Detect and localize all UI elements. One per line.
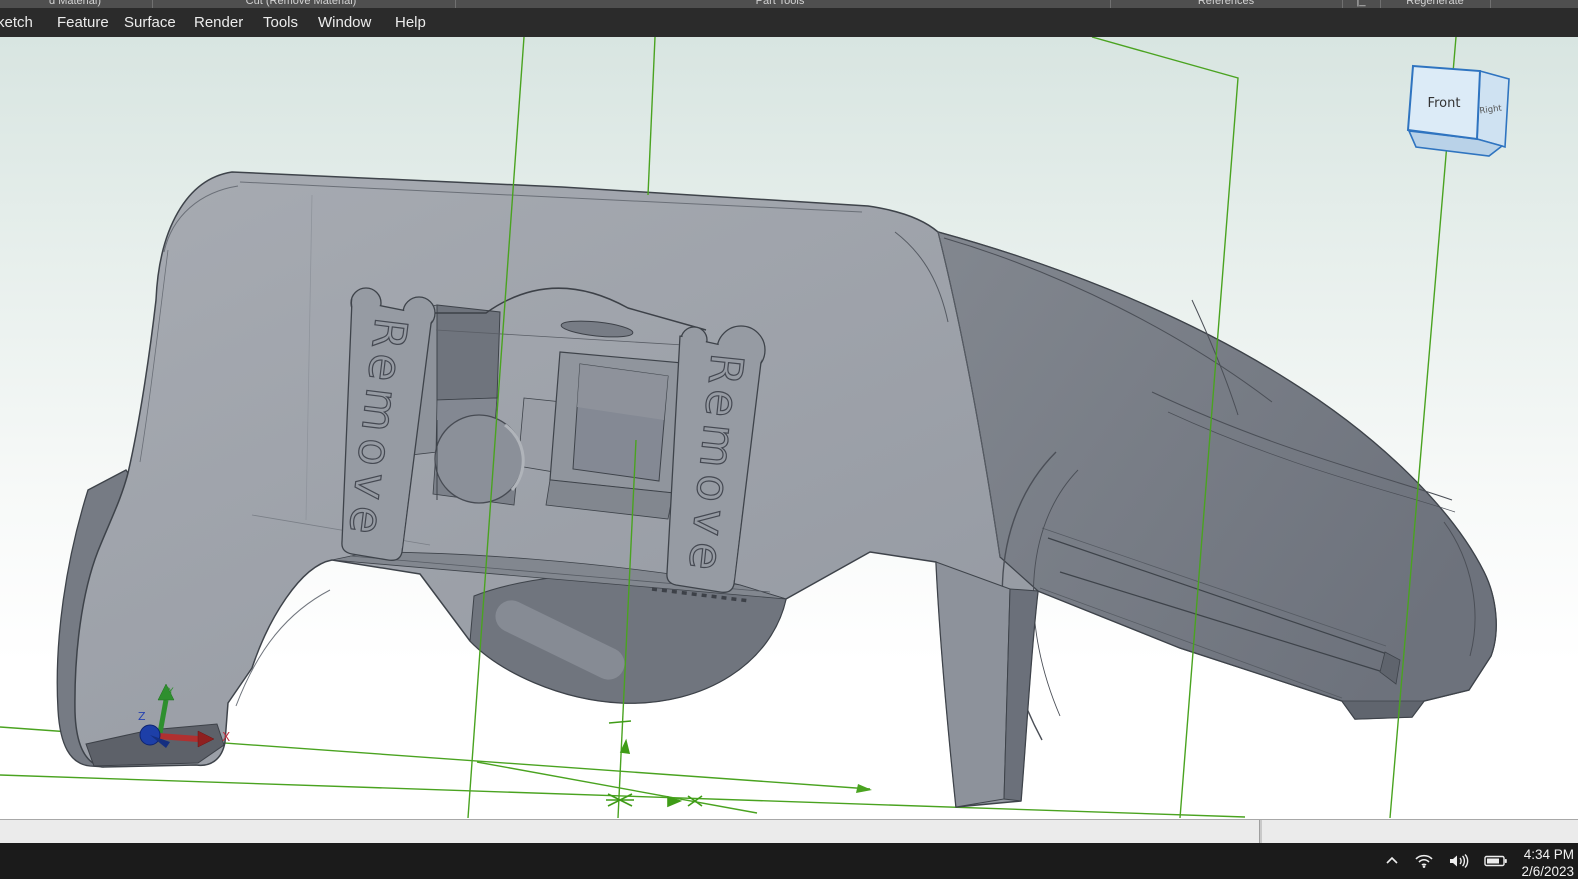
status-bar <box>0 819 1578 844</box>
clock-time: 4:34 PM <box>1523 847 1574 862</box>
windows-taskbar: 4:34 PM 2/6/2023 <box>0 843 1578 879</box>
menu-item-help[interactable]: Help <box>395 8 426 37</box>
ribbon-divider <box>1110 0 1111 8</box>
chevron-up-icon[interactable] <box>1384 853 1400 869</box>
ribbon-divider <box>152 0 153 8</box>
ribbon-toolbar-strip: d Material) Cut (Remove Material) Part T… <box>0 0 1578 8</box>
menu-item-window[interactable]: Window <box>318 8 371 37</box>
view-cube[interactable]: Front Right <box>1406 64 1510 157</box>
menu-bar: ketch Feature Surface Render Tools Windo… <box>0 8 1578 37</box>
system-tray <box>1384 843 1508 879</box>
wifi-icon[interactable] <box>1414 853 1434 869</box>
model-right-foot <box>1341 700 1425 720</box>
axis-y-label: Y <box>167 687 174 697</box>
cad-3d-viewport[interactable]: Remove Remove X Y Z Front Right <box>0 37 1578 819</box>
mechanism-sloped-plate <box>436 304 501 401</box>
menu-item-render[interactable]: Render <box>194 8 243 37</box>
ribbon-group-references[interactable]: References <box>1110 0 1342 8</box>
view-cube-front-label: Front <box>1428 96 1461 111</box>
ribbon-divider <box>1490 0 1491 8</box>
menu-item-tools[interactable]: Tools <box>263 8 298 37</box>
ribbon-group-plane-icon[interactable]: |_ <box>1342 0 1380 8</box>
ribbon-group-regenerate[interactable]: Regenerate <box>1380 0 1490 8</box>
battery-icon[interactable] <box>1484 853 1508 869</box>
volume-icon[interactable] <box>1448 853 1470 869</box>
ribbon-divider <box>1380 0 1381 8</box>
status-bar-divider <box>1259 820 1262 844</box>
ribbon-divider <box>1342 0 1343 8</box>
taskbar-clock[interactable]: 4:34 PM 2/6/2023 <box>1510 846 1574 879</box>
menu-item-feature[interactable]: Feature <box>57 8 109 37</box>
ribbon-group-part-tools[interactable]: Part Tools <box>455 0 1105 8</box>
ribbon-group-cut-remove-material[interactable]: Cut (Remove Material) <box>152 0 450 8</box>
ribbon-divider <box>455 0 456 8</box>
ribbon-group-add-material[interactable]: d Material) <box>0 0 150 8</box>
cad-application-window: d Material) Cut (Remove Material) Part T… <box>0 0 1578 879</box>
axis-z-label: Z <box>138 710 146 723</box>
axis-x-label: X <box>222 730 230 744</box>
menu-item-surface[interactable]: Surface <box>124 8 176 37</box>
clock-date: 2/6/2023 <box>1521 864 1574 879</box>
menu-item-sketch[interactable]: ketch <box>0 8 33 37</box>
